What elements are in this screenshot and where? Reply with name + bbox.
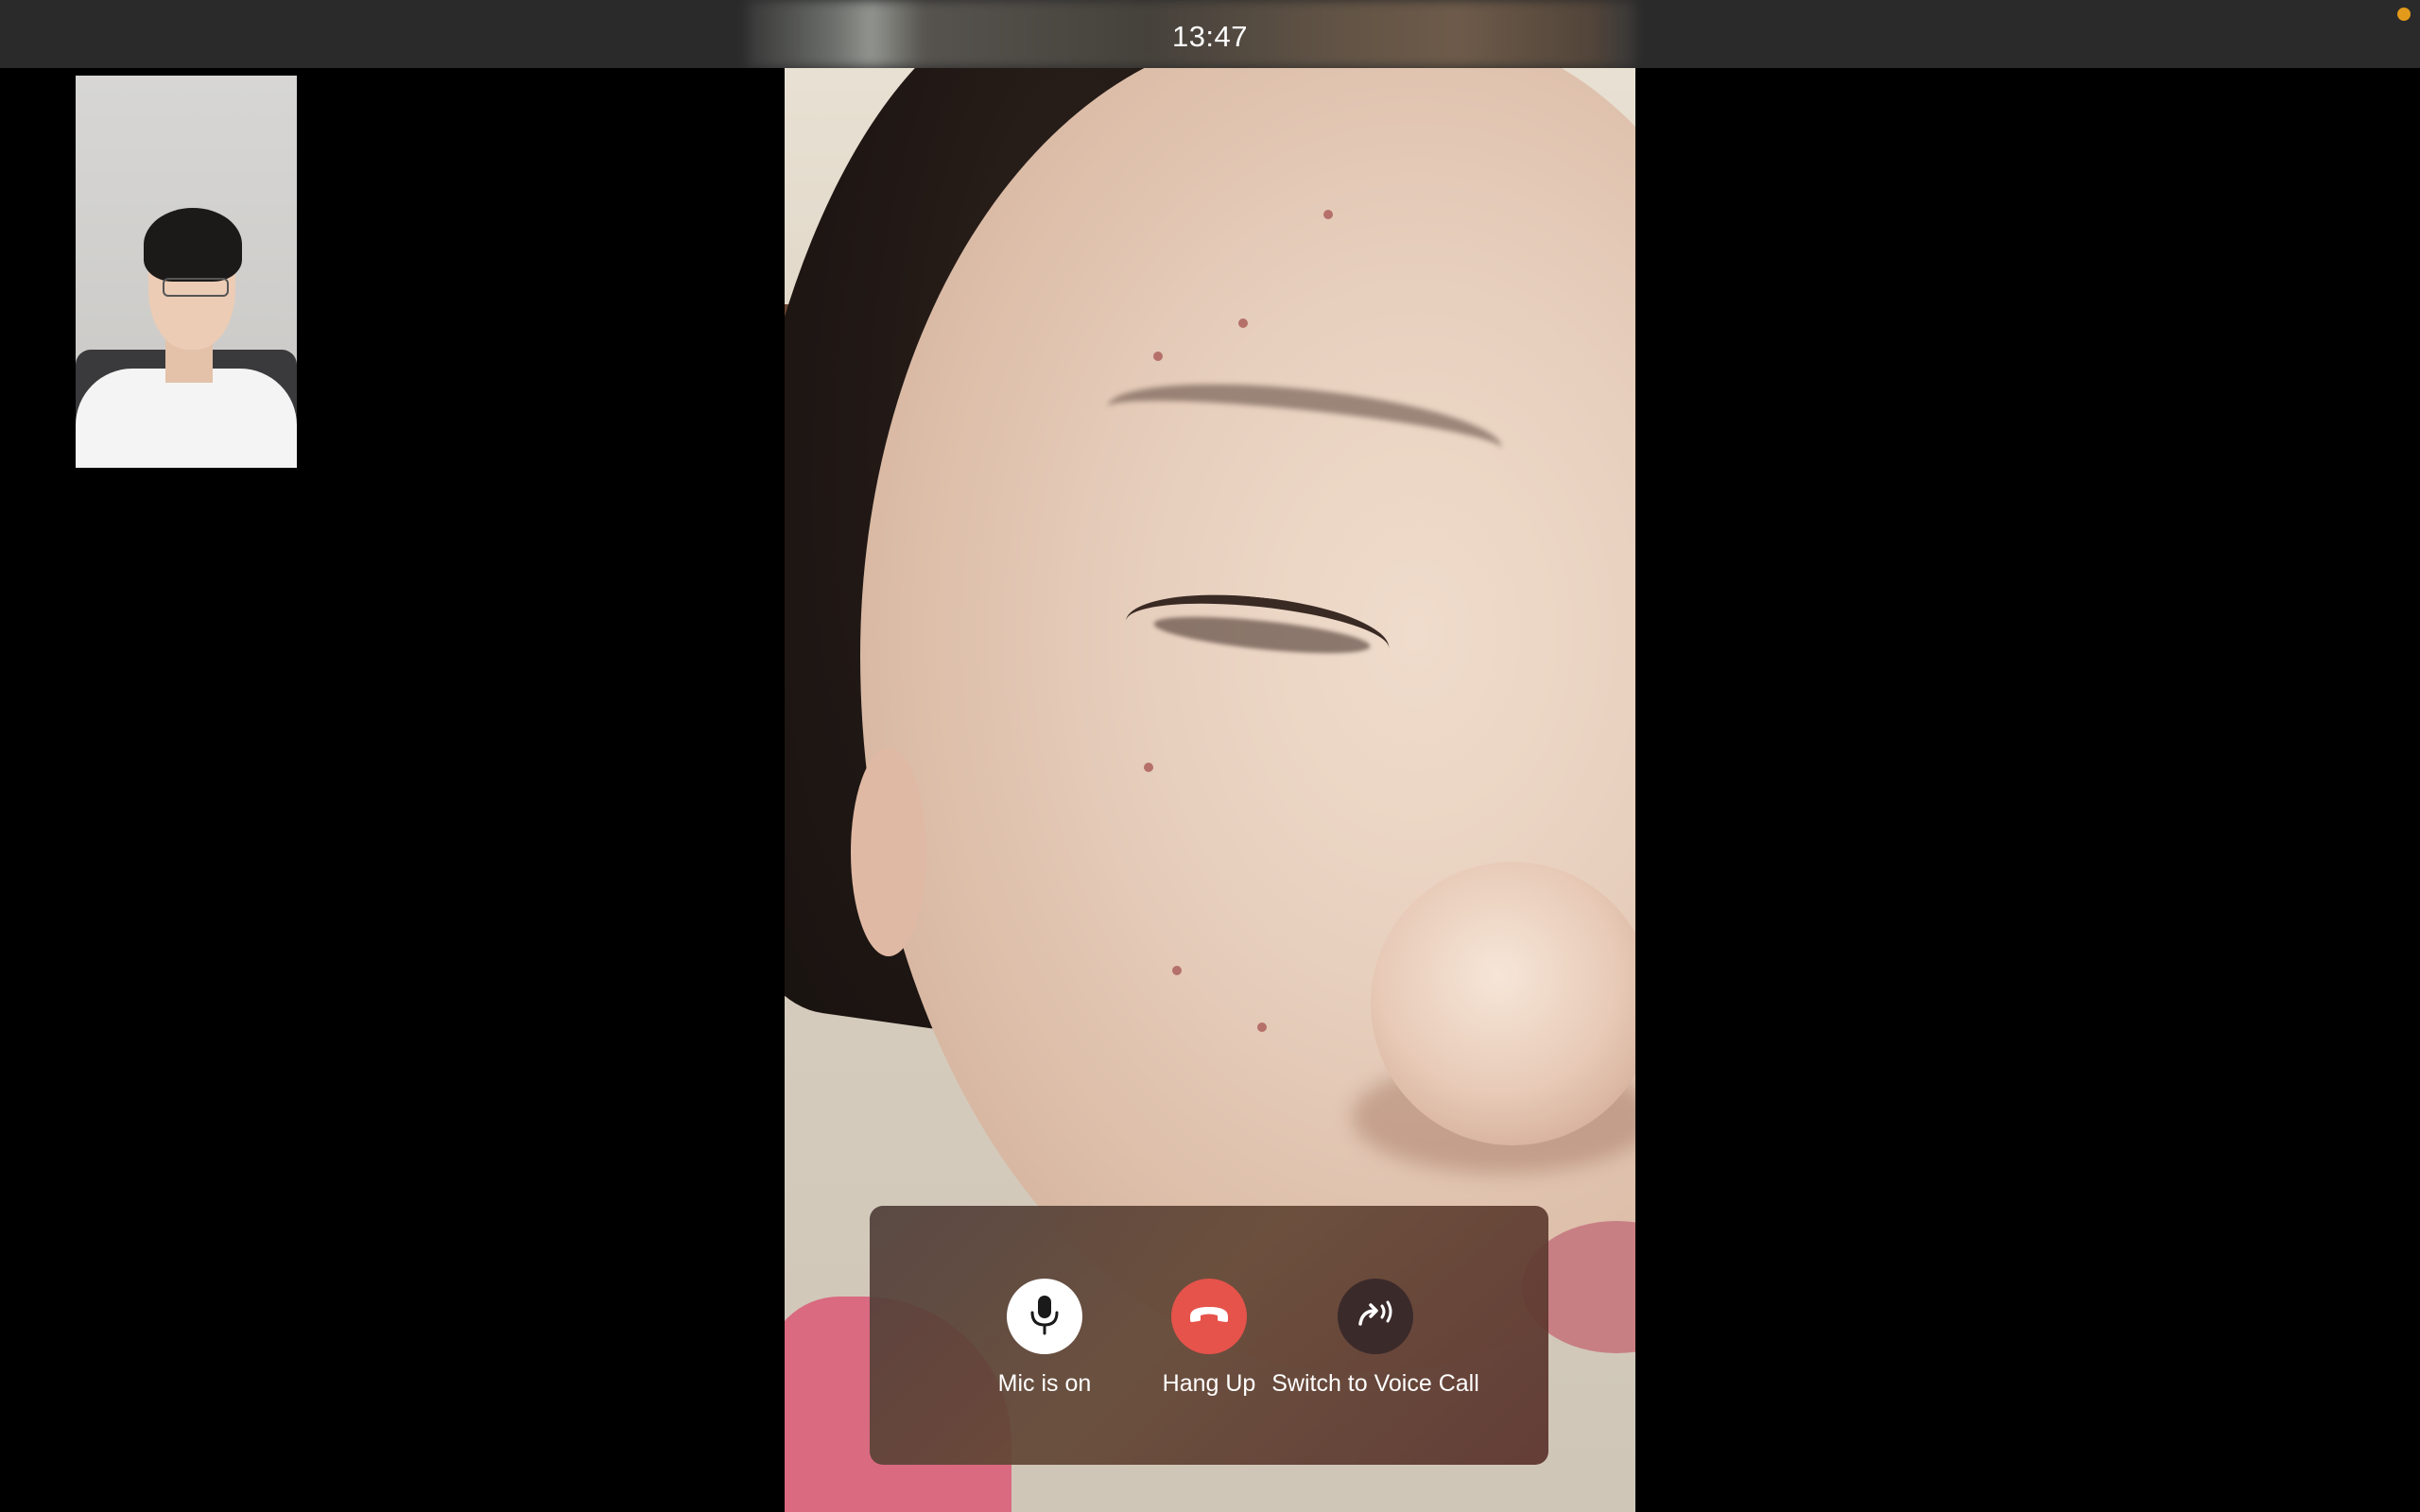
call-time: 13:47 [1171, 20, 1249, 53]
remote-nose [1371, 862, 1635, 1145]
phone-hangup-icon [1187, 1303, 1231, 1331]
mic-toggle-button[interactable] [1007, 1279, 1082, 1354]
skin-mark [1323, 210, 1333, 219]
voice-call-switch-icon [1355, 1297, 1396, 1336]
microphone-icon [1028, 1294, 1062, 1340]
skin-mark [1153, 352, 1163, 361]
skin-mark [1238, 318, 1248, 328]
switch-to-voice-button[interactable] [1338, 1279, 1413, 1354]
skin-mark [1257, 1022, 1267, 1032]
hang-up-button[interactable] [1171, 1279, 1247, 1354]
voice-call-label: Switch to Voice Call [1271, 1370, 1479, 1397]
status-indicator-dot [2397, 8, 2411, 21]
remote-ear [851, 748, 926, 956]
self-hair [144, 208, 242, 282]
self-camera-preview[interactable] [76, 76, 297, 468]
skin-mark [1172, 966, 1182, 975]
self-body [76, 369, 297, 468]
title-bar: 13:47 [0, 0, 2420, 68]
call-controls-panel: Mic is on Hang Up Switch to Voice Call [870, 1206, 1548, 1465]
skin-mark [1144, 763, 1153, 772]
voice-call-control: Switch to Voice Call [1262, 1206, 1489, 1465]
self-glasses [163, 278, 229, 297]
